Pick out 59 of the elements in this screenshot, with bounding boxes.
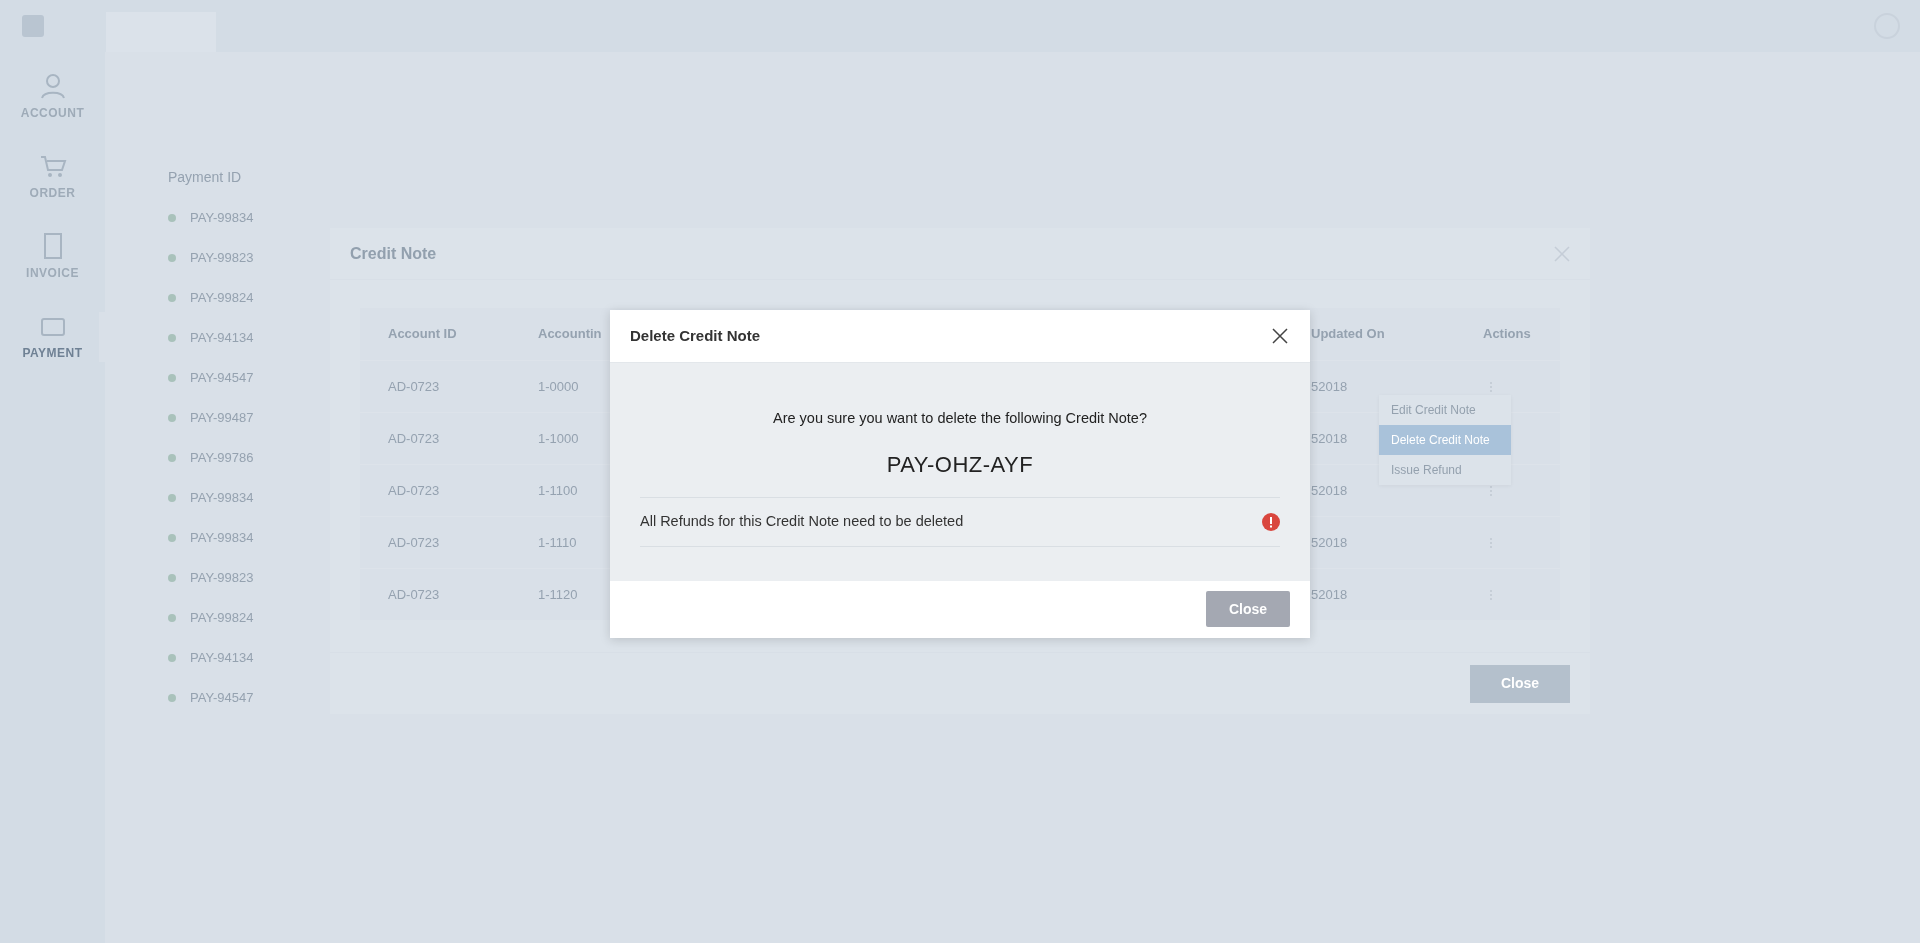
payment-id[interactable]: PAY-99824: [190, 288, 254, 308]
table-cell-text: 52018: [1311, 533, 1348, 552]
table-cell-text: AD-0723: [388, 585, 440, 604]
table-cell-text: 1-1110: [538, 533, 577, 552]
payment-id[interactable]: PAY-94134: [190, 328, 254, 348]
table-cell-text: AD-0723: [388, 377, 440, 396]
payment-id[interactable]: PAY-99786: [190, 448, 254, 468]
confirmation-message: Are you sure you want to delete the following Credit Note?: [772, 409, 1148, 428]
status-dot: [168, 494, 176, 502]
status-dot: [168, 214, 176, 222]
table-cell-text: 52018: [1311, 377, 1348, 396]
table-cell-text: 1-1000: [538, 429, 579, 448]
warning-message: All Refunds for this Credit Note need to be deleted: [640, 511, 964, 531]
payment-id[interactable]: PAY-99834: [190, 528, 254, 548]
column-header: Accountin: [538, 325, 602, 344]
table-cell-text: 1-1100: [538, 481, 578, 500]
column-header: Actions: [1483, 325, 1531, 344]
table-cell-text: 1-1120: [538, 585, 578, 604]
close-button[interactable]: Close: [1470, 664, 1570, 703]
menu-item[interactable]: Issue Refund: [1379, 455, 1511, 485]
dialog-title: Delete Credit Note: [630, 325, 761, 346]
menu-item[interactable]: Edit Credit Note: [1379, 395, 1511, 425]
table-cell-text: AD-0723: [388, 533, 440, 552]
dialog-title: Credit Note: [350, 243, 437, 264]
status-dot: [168, 414, 176, 422]
payment-id[interactable]: PAY-99834: [190, 208, 254, 228]
user-icon: [38, 72, 67, 100]
table-cell-text: 52018: [1311, 429, 1348, 448]
status-dot: [168, 374, 176, 382]
close-button[interactable]: Close: [1206, 591, 1290, 628]
status-dot: [168, 254, 176, 262]
payment-id[interactable]: PAY-99823: [190, 248, 254, 268]
column-header: Account ID: [388, 325, 457, 344]
status-dot: [168, 454, 176, 462]
status-dot: [168, 654, 176, 662]
table-cell-text: 52018: [1311, 481, 1348, 500]
payment-id[interactable]: PAY-94547: [190, 688, 254, 708]
payment-id[interactable]: PAY-99824: [190, 608, 254, 628]
payment-id[interactable]: PAY-99487: [190, 408, 254, 428]
warning-icon: [1262, 512, 1280, 531]
status-dot: [168, 694, 176, 702]
table-cell-text: 52018: [1311, 585, 1348, 604]
status-dot: [168, 294, 176, 302]
table-cell-text: 1-0000: [538, 377, 579, 396]
close-icon[interactable]: [1270, 326, 1290, 346]
table-cell-text: AD-0723: [388, 481, 440, 500]
column-header: Updated On: [1311, 325, 1385, 344]
status-dot: [168, 574, 176, 582]
status-dot: [168, 614, 176, 622]
status-dot: [168, 334, 176, 342]
payment-id[interactable]: PAY-99834: [190, 488, 254, 508]
column-header: Payment ID: [167, 168, 243, 187]
payment-id[interactable]: PAY-99823: [190, 568, 254, 588]
menu-item[interactable]: Delete Credit Note: [1379, 425, 1511, 455]
payment-id[interactable]: PAY-94547: [190, 368, 254, 388]
status-dot: [168, 534, 176, 542]
credit-note-reference: PAY-OHZ-AYF: [885, 450, 1035, 479]
table-cell-text: AD-0723: [388, 429, 440, 448]
payment-id[interactable]: PAY-94134: [190, 648, 254, 668]
